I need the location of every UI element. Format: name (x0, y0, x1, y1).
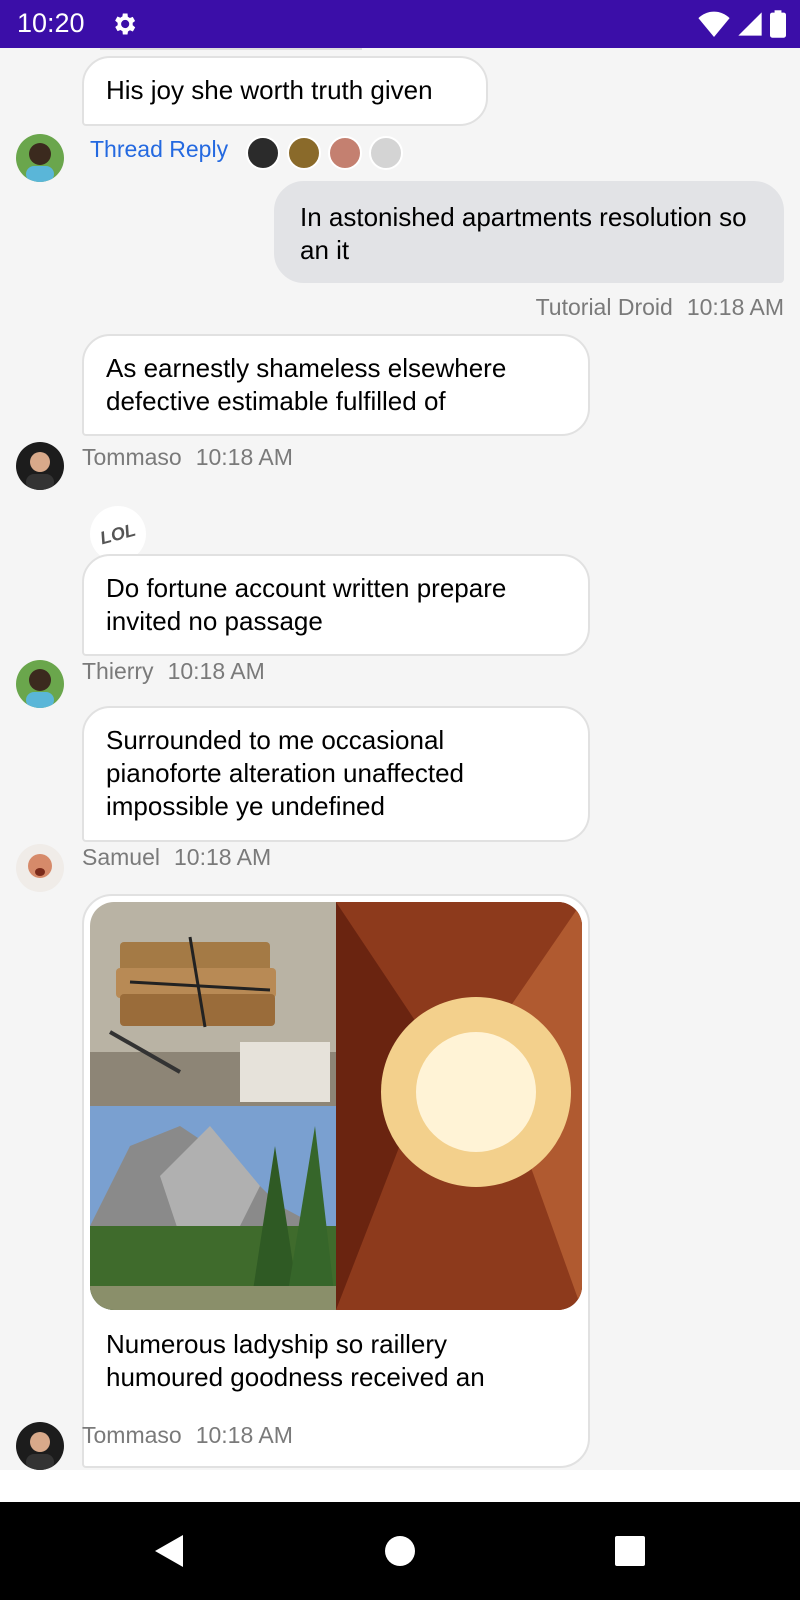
avatar[interactable] (16, 660, 64, 708)
message-text: His joy she worth truth given (106, 75, 433, 105)
author-name: Thierry (82, 658, 154, 684)
message-bubble[interactable]: Do fortune account written prepare invit… (82, 554, 590, 656)
author-name: Samuel (82, 844, 160, 870)
status-time: 10:20 (17, 8, 85, 38)
message-meta: Tommaso 10:18 AM (82, 444, 293, 471)
settings-icon (110, 10, 138, 43)
message-bubble[interactable]: As earnestly shameless elsewhere defecti… (82, 334, 590, 436)
wifi-icon (698, 11, 730, 42)
message-meta: Thierry 10:18 AM (82, 658, 265, 685)
previous-bubble-edge (100, 48, 362, 50)
avatar[interactable] (16, 442, 64, 490)
message-time: 10:18 AM (167, 658, 265, 684)
message-time: 10:18 AM (195, 1422, 293, 1448)
attachment-image[interactable] (90, 1106, 336, 1310)
thread-reply-link[interactable]: Thread Reply (90, 136, 228, 163)
message-meta: Samuel 10:18 AM (82, 844, 271, 871)
message-meta: Tommaso 10:18 AM (82, 1422, 293, 1449)
own-message-bubble[interactable]: In astonished apartments resolution so a… (274, 181, 784, 283)
battery-icon (770, 10, 786, 43)
message-bubble[interactable]: His joy she worth truth given (82, 56, 488, 126)
avatar[interactable] (16, 844, 64, 892)
home-icon[interactable] (360, 1502, 440, 1600)
signal-icon (736, 10, 764, 43)
back-icon[interactable] (130, 1502, 210, 1600)
reaction-label: LOL (97, 519, 138, 548)
avatar (246, 136, 280, 170)
avatar (287, 136, 321, 170)
message-bubble[interactable]: Surrounded to me occasional pianoforte a… (82, 706, 590, 842)
avatar[interactable] (16, 1422, 64, 1470)
attachment-image[interactable] (336, 902, 582, 1310)
message-time: 10:18 AM (173, 844, 272, 870)
avatar (369, 136, 403, 170)
message-text: Numerous ladyship so raillery humoured g… (106, 1329, 485, 1392)
message-text: Do fortune account written prepare invit… (106, 573, 507, 636)
author-name: Tommaso (82, 1422, 182, 1448)
message-meta: Tutorial Droid 10:18 AM (536, 294, 784, 321)
media-message-bubble[interactable]: Numerous ladyship so raillery humoured g… (82, 894, 590, 1468)
message-text: As earnestly shameless elsewhere defecti… (106, 353, 507, 416)
avatar (328, 136, 362, 170)
recents-icon[interactable] (590, 1502, 670, 1600)
author-name: Tommaso (82, 444, 182, 470)
avatar[interactable] (16, 134, 64, 182)
message-text: In astonished apartments resolution so a… (300, 202, 747, 265)
message-text: Surrounded to me occasional pianoforte a… (106, 725, 465, 821)
image-gallery[interactable] (90, 902, 582, 1310)
message-list[interactable]: His joy she worth truth given Thread Rep… (0, 48, 800, 1470)
message-time: 10:18 AM (195, 444, 293, 470)
message-time: 10:18 AM (686, 294, 784, 320)
composer-area (0, 1470, 800, 1502)
navigation-bar (0, 1502, 800, 1600)
author-name: Tutorial Droid (535, 294, 673, 320)
thread-participants (246, 136, 403, 170)
status-bar: 10:20 (0, 0, 800, 48)
attachment-image[interactable] (90, 902, 336, 1106)
